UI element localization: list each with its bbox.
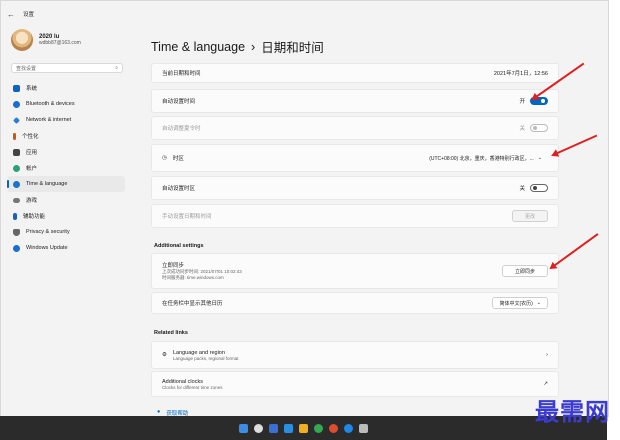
account-icon [13,164,20,172]
brush-icon [13,132,16,140]
chrome-icon[interactable] [329,423,338,433]
user-profile[interactable]: 2020 lu wdbb87@163.com [11,29,81,51]
breadcrumb-separator: › [251,39,256,54]
auto-timezone-row: 自动设置时区 关 [151,176,559,200]
sidebar-item-accessibility[interactable]: 辅助功能 [7,208,125,224]
timezone-dropdown[interactable]: (UTC+08:00) 北京，重庆，香港特别行政区，... ⌄ [423,153,548,163]
dst-state: 关 [519,126,525,132]
timezone-row: ◷ 时区 (UTC+08:00) 北京，重庆，香港特别行政区，... ⌄ [151,144,559,172]
accessibility-icon [13,212,17,220]
additional-clocks-link[interactable]: Additional clocks Clocks for different ti… [151,371,559,397]
chevron-right-icon: › [546,352,548,358]
current-time-value: 2021年7月1日，12:56 [493,71,548,77]
apps-icon [13,148,20,156]
task-view-icon[interactable] [269,423,278,433]
sidebar-item-bluetooth[interactable]: Bluetooth & devices [7,96,125,112]
back-arrow-icon[interactable]: ← [7,10,15,19]
additional-clocks-sub: Clocks for different time zones [162,384,223,390]
edge-icon[interactable] [344,423,353,433]
sidebar-item-personalization[interactable]: 个性化 [7,128,125,144]
calendar-row: 在任务栏中显示其他日历 简体中文(农历) ⌄ [151,292,559,314]
manual-time-row: 手动设置日期和时间 更改 [151,204,559,228]
sidebar-item-gaming[interactable]: 游戏 [7,192,125,208]
sync-title: 立即同步 [162,263,185,269]
watermark: 最需网 [535,397,610,426]
window-title: 设置 [23,12,35,18]
page-header: Time & language › 日期和时间 [151,37,559,56]
annotation-arrow [552,134,598,156]
search-input[interactable]: 查找设置 ⌕ [11,63,123,73]
system-icon [13,84,20,92]
search-placeholder: 查找设置 [16,65,37,72]
change-button[interactable]: 更改 [511,210,548,222]
auto-time-label: 自动设置时间 [162,99,196,105]
calendar-label: 在任务栏中显示其他日历 [162,301,223,307]
breadcrumb-section[interactable]: Time & language [151,40,245,54]
language-region-sub: Language packs, regional format [172,355,239,361]
manual-time-label: 手动设置日期和时间 [162,214,212,220]
avatar [11,29,33,51]
sidebar-item-accounts[interactable]: 帐户 [7,160,125,176]
title-bar: ← 设置 [7,7,34,21]
breadcrumb: Time & language › 日期和时间 [151,37,559,56]
language-region-link[interactable]: ⚙ Language and region Language packs, regi… [151,341,559,369]
sidebar-item-apps[interactable]: 应用 [7,144,125,160]
globe-clock-icon: ◷ [162,155,167,161]
taskbar [0,416,607,440]
shield-icon [13,228,20,236]
auto-time-state: 开 [519,99,525,105]
sync-now-button[interactable]: 立即同步 [501,265,548,277]
auto-time-row: 自动设置时间 开 [151,89,559,113]
related-links-heading: Related links [154,330,188,336]
sidebar-item-time-language[interactable]: Time & language [7,176,125,192]
sidebar-item-network[interactable]: Network & internet [7,112,125,128]
network-icon [13,116,20,124]
update-icon [13,244,20,252]
additional-settings-heading: Additional settings [154,243,204,249]
file-explorer-icon[interactable] [299,423,308,433]
chevron-down-icon: ⌄ [536,300,541,306]
search-icon[interactable] [254,423,263,433]
user-email: wdbb87@163.com [39,40,81,46]
bluetooth-icon [13,100,20,108]
settings-icon[interactable] [359,423,368,433]
sidebar-item-windows-update[interactable]: Windows Update [7,240,125,256]
sidebar-item-system[interactable]: 系统 [7,80,125,96]
auto-timezone-toggle[interactable] [530,184,548,192]
calendar-dropdown[interactable]: 简体中文(农历) ⌄ [492,297,548,309]
globe-clock-icon [13,180,20,188]
sidebar-item-privacy[interactable]: Privacy & security [7,224,125,240]
chevron-down-icon: ⌄ [537,155,542,161]
current-time-row: 当前日期和时间 2021年7月1日，12:56 [151,63,559,83]
timezone-label: 时区 [172,156,184,162]
sidebar-nav: 系统 Bluetooth & devices Network & interne… [7,80,125,256]
search-icon: ⌕ [115,65,118,71]
gamepad-icon [13,197,20,203]
auto-timezone-label: 自动设置时区 [162,186,196,192]
auto-timezone-state: 关 [519,186,525,192]
dst-row: 自动调整夏令时 关 [151,116,559,140]
start-icon[interactable] [239,423,248,433]
widgets-icon[interactable] [284,423,293,433]
annotation-arrow [550,233,599,269]
language-icon: ⚙ [162,352,167,358]
dst-toggle[interactable] [530,124,548,132]
sync-server: 时间服务器: time.windows.com [162,275,224,280]
sync-row: 立即同步 上次成功同步时间: 2021/07/01 10:02:43 时间服务器… [151,253,559,289]
browser-icon[interactable] [314,423,323,433]
current-time-label: 当前日期和时间 [162,71,201,77]
settings-window: ← 设置 2020 lu wdbb87@163.com 查找设置 ⌕ 系统 Bl… [0,0,609,417]
dst-label: 自动调整夏令时 [162,126,201,132]
page-title: 日期和时间 [261,41,324,55]
external-link-icon: ↗ [543,381,548,387]
